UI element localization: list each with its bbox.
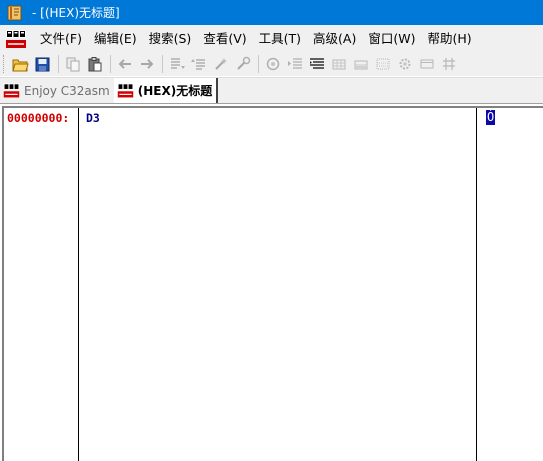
title-bar: - [(HEX)无标题]	[0, 0, 543, 25]
toolbar-separator	[162, 55, 163, 73]
document-system-icon[interactable]	[5, 28, 27, 50]
address-column: 00000000:	[4, 108, 79, 461]
list-up-button[interactable]	[189, 55, 208, 74]
menu-edit[interactable]: 编辑(E)	[88, 28, 143, 50]
forward-button[interactable]	[137, 55, 156, 74]
menu-advanced[interactable]: 高级(A)	[307, 28, 362, 50]
block-rows-icon	[354, 60, 367, 70]
block-button-2[interactable]	[351, 55, 370, 74]
block-button-1[interactable]	[329, 55, 348, 74]
toolbar-separator	[110, 55, 111, 73]
menu-bar: 文件(F) 编辑(E) 搜索(S) 查看(V) 工具(T) 高级(A) 窗口(W…	[0, 25, 543, 52]
toolbar	[0, 52, 543, 76]
arrow-right-icon	[140, 59, 153, 69]
table-icon	[442, 58, 455, 70]
copy-button[interactable]	[63, 55, 82, 74]
gear-icon	[399, 58, 410, 70]
paste-clipboard-icon	[88, 57, 101, 72]
ascii-char-selected[interactable]: Ó	[486, 110, 496, 125]
tab-hex-untitled[interactable]: (HEX)无标题	[113, 78, 219, 103]
list-arrow-up-icon	[190, 59, 205, 70]
table-button[interactable]	[439, 55, 458, 74]
arrow-left-icon	[118, 59, 131, 69]
tool-button[interactable]	[233, 55, 252, 74]
indent-icon	[287, 58, 302, 69]
tool-icon	[236, 56, 250, 70]
menu-search[interactable]: 搜索(S)	[143, 28, 198, 50]
hex-editor[interactable]: 00000000: D3 Ó	[2, 106, 543, 461]
open-folder-icon	[12, 59, 29, 71]
address-offset: 00000000:	[7, 111, 70, 125]
toolbar-separator	[58, 55, 59, 73]
copy-icon	[66, 57, 79, 72]
toolbar-grip[interactable]	[3, 55, 6, 73]
hex-data-column[interactable]: D3	[80, 108, 477, 461]
paste-button[interactable]	[85, 55, 104, 74]
magic-button[interactable]	[211, 55, 230, 74]
refresh-button[interactable]	[263, 55, 282, 74]
document-tab-bar: Enjoy C32asm (HEX)无标题	[0, 77, 543, 104]
window-title: - [(HEX)无标题]	[32, 6, 120, 20]
save-disk-icon	[35, 57, 50, 71]
menu-tools[interactable]: 工具(T)	[253, 28, 307, 50]
refresh-icon	[266, 57, 279, 71]
align-button[interactable]	[307, 55, 326, 74]
document-system-icon	[3, 83, 20, 98]
menu-window[interactable]: 窗口(W)	[362, 28, 421, 50]
ascii-column[interactable]: Ó	[478, 108, 543, 461]
menu-help[interactable]: 帮助(H)	[421, 28, 477, 50]
save-button[interactable]	[33, 55, 52, 74]
block-grid-icon	[332, 59, 345, 70]
tab-label: Enjoy C32asm	[24, 83, 110, 98]
align-lines-icon	[309, 58, 324, 69]
list-arrow-icon	[170, 58, 185, 69]
gear-button[interactable]	[395, 55, 414, 74]
menu-file[interactable]: 文件(F)	[34, 28, 88, 50]
tab-enjoy-c32asm[interactable]: Enjoy C32asm	[0, 79, 114, 103]
block-dots-icon	[376, 58, 389, 70]
list-down-button[interactable]	[167, 55, 186, 74]
document-system-icon	[117, 83, 133, 98]
toolbar-separator	[258, 55, 259, 73]
hex-byte[interactable]: D3	[86, 111, 100, 125]
wand-icon	[214, 58, 227, 70]
menu-view[interactable]: 查看(V)	[197, 28, 252, 50]
window-button[interactable]	[417, 55, 436, 74]
app-book-icon[interactable]	[6, 4, 24, 22]
indent-button[interactable]	[285, 55, 304, 74]
tab-label: (HEX)无标题	[137, 84, 213, 98]
block-button-3[interactable]	[373, 55, 392, 74]
window-icon	[420, 59, 433, 69]
back-button[interactable]	[115, 55, 134, 74]
open-folder-button[interactable]	[11, 55, 30, 74]
